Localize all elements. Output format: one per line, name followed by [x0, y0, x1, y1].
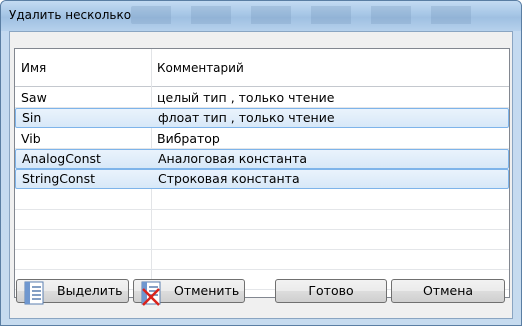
cell-name: Saw — [21, 90, 47, 105]
deselect-label: Отменить — [174, 283, 240, 298]
select-all-button[interactable]: Выделить — [16, 279, 129, 305]
grid-header: Имя Комментарий — [15, 49, 509, 87]
cell-comment: целый тип , только чтение — [157, 90, 335, 105]
window-title: Удалить несколько — [9, 8, 132, 22]
table-row[interactable]: Saw целый тип , только чтение — [15, 88, 509, 108]
empty-row — [15, 210, 509, 230]
list-deselect-icon — [140, 281, 164, 307]
variables-grid[interactable]: Имя Комментарий Saw целый тип , только ч… — [14, 48, 510, 298]
cell-name: Sin — [22, 110, 42, 125]
cancel-button[interactable]: Отмена — [391, 279, 505, 303]
cell-comment: Вибратор — [157, 131, 220, 146]
empty-row — [15, 190, 509, 210]
done-label: Готово — [308, 283, 354, 298]
table-row-selected[interactable]: StringConst Строковая константа — [15, 169, 509, 189]
title-bar-background — [131, 6, 491, 24]
dialog-window: Удалить несколько Имя Комментарий Saw це… — [0, 0, 522, 326]
list-select-icon — [23, 281, 47, 307]
deselect-button[interactable]: Отменить — [133, 279, 245, 306]
cell-name: StringConst — [22, 171, 96, 186]
table-row-selected[interactable]: AnalogConst Аналоговая константа — [15, 149, 509, 169]
column-header-comment[interactable]: Комментарий — [157, 61, 244, 75]
table-row[interactable]: Vib Вибратор — [15, 129, 509, 149]
table-row-selected[interactable]: Sin флоат тип , только чтение — [15, 108, 509, 128]
cell-comment: Строковая константа — [158, 171, 300, 186]
select-all-label: Выделить — [57, 283, 123, 298]
cell-comment: Аналоговая константа — [158, 151, 308, 166]
cell-name: AnalogConst — [22, 151, 101, 166]
cancel-label: Отмена — [422, 283, 474, 298]
dialog-body: Имя Комментарий Saw целый тип , только ч… — [9, 31, 513, 319]
cell-name: Vib — [21, 131, 41, 146]
empty-row — [15, 250, 509, 270]
done-button[interactable]: Готово — [275, 279, 387, 303]
cell-comment: флоат тип , только чтение — [158, 110, 335, 125]
empty-row — [15, 230, 509, 250]
title-bar[interactable]: Удалить несколько — [1, 1, 521, 31]
column-header-name[interactable]: Имя — [21, 61, 46, 75]
